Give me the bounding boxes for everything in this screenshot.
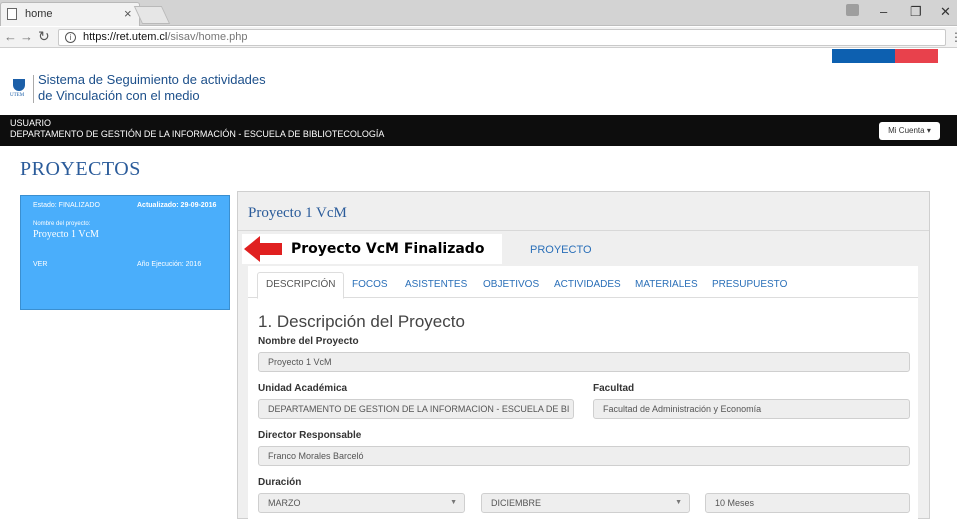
tab-focos[interactable]: FOCOS bbox=[352, 279, 388, 290]
browser-tab-bar: home × – ❐ ✕ bbox=[0, 0, 957, 26]
chevron-down-icon: ▼ bbox=[450, 499, 457, 506]
page-icon bbox=[7, 8, 17, 20]
card-name: Proyecto 1 VcM bbox=[33, 229, 99, 240]
browser-tab[interactable]: home × bbox=[0, 2, 140, 26]
back-icon[interactable]: ← bbox=[4, 29, 17, 44]
tab-actividades[interactable]: ACTIVIDADES bbox=[554, 279, 621, 290]
end-month-select[interactable]: DICIEMBRE ▼ bbox=[481, 493, 690, 513]
utem-logo: UTEM bbox=[10, 79, 30, 101]
tab-materiales[interactable]: MATERIALES bbox=[635, 279, 698, 290]
card-year: Año Ejecución: 2016 bbox=[137, 261, 202, 268]
duration-field[interactable]: 10 Meses bbox=[705, 493, 910, 513]
site-title-line1: Sistema de Seguimiento de actividades bbox=[38, 72, 266, 87]
shield-icon bbox=[13, 79, 25, 91]
flag-stripe-blue bbox=[832, 49, 895, 63]
tab-presupuesto[interactable]: PRESUPUESTO bbox=[712, 279, 787, 290]
section-title: 1. Descripción del Proyecto bbox=[258, 312, 465, 331]
site-title-line2: de Vinculación con el medio bbox=[38, 88, 200, 103]
card-view-link[interactable]: VER bbox=[33, 261, 47, 268]
flag-stripe-red bbox=[895, 49, 938, 63]
user-label: USUARIO bbox=[10, 118, 52, 128]
director-label: Director Responsable bbox=[258, 430, 362, 441]
address-bar: ← → ↻ i https://ret.utem.cl/sisav/home.p… bbox=[0, 27, 957, 48]
info-icon[interactable]: i bbox=[65, 32, 76, 43]
logo-text: UTEM bbox=[10, 93, 25, 98]
card-updated: Actualizado: 29-09-2016 bbox=[137, 202, 217, 209]
tab-close-icon[interactable]: × bbox=[124, 6, 132, 21]
account-button[interactable]: Mi Cuenta ▾ bbox=[879, 122, 940, 140]
faculty-label: Facultad bbox=[593, 383, 635, 394]
project-card[interactable]: Estado: FINALIZADO Actualizado: 29-09-20… bbox=[20, 195, 230, 310]
tab-title: home bbox=[25, 8, 53, 20]
project-name-label: Nombre del Proyecto bbox=[258, 336, 359, 347]
url-input[interactable]: i https://ret.utem.cl/sisav/home.php bbox=[58, 29, 946, 46]
restore-icon[interactable]: ❐ bbox=[910, 4, 922, 20]
red-arrow-icon bbox=[244, 236, 282, 262]
tab-asistentes[interactable]: ASISTENTES bbox=[405, 279, 467, 290]
faculty-field[interactable]: Facultad de Administración y Economía bbox=[593, 399, 910, 419]
menu-icon[interactable]: ⋮ bbox=[950, 30, 957, 44]
url-text: https://ret.utem.cl/sisav/home.php bbox=[83, 31, 248, 43]
logo-divider bbox=[33, 75, 34, 103]
annotation-text: Proyecto VcM Finalizado bbox=[291, 241, 485, 257]
close-window-icon[interactable]: ✕ bbox=[940, 4, 951, 20]
academic-unit-field[interactable]: DEPARTAMENTO DE GESTION DE LA INFORMACIO… bbox=[258, 399, 574, 419]
tab-bar: DESCRIPCIÓN FOCOS ASISTENTES OBJETIVOS A… bbox=[248, 266, 918, 299]
card-state: Estado: FINALIZADO bbox=[33, 202, 100, 209]
forward-icon[interactable]: → bbox=[20, 29, 33, 44]
reload-icon[interactable]: ↻ bbox=[38, 28, 50, 45]
duration-label: Duración bbox=[258, 477, 302, 488]
director-field[interactable]: Franco Morales Barceló bbox=[258, 446, 910, 466]
profile-icon[interactable] bbox=[846, 4, 859, 16]
page-title: PROYECTOS bbox=[20, 158, 141, 180]
academic-unit-label: Unidad Académica bbox=[258, 383, 348, 394]
user-info: USUARIO DEPARTAMENTO DE GESTIÓN DE LA IN… bbox=[10, 118, 384, 140]
chevron-down-icon: ▼ bbox=[675, 499, 682, 506]
site-title: Sistema de Seguimiento de actividades de… bbox=[38, 72, 266, 104]
start-month-select[interactable]: MARZO ▼ bbox=[258, 493, 465, 513]
annotation-callout: Proyecto VcM Finalizado bbox=[242, 234, 502, 264]
project-link[interactable]: PROYECTO bbox=[530, 244, 592, 256]
tab-descripcion[interactable]: DESCRIPCIÓN bbox=[257, 272, 345, 299]
tab-objetivos[interactable]: OBJETIVOS bbox=[483, 279, 539, 290]
user-bar: USUARIO DEPARTAMENTO DE GESTIÓN DE LA IN… bbox=[0, 115, 957, 146]
panel-title: Proyecto 1 VcM bbox=[248, 205, 347, 221]
department-label: DEPARTAMENTO DE GESTIÓN DE LA INFORMACIÓ… bbox=[10, 129, 385, 139]
card-name-label: Nombre del proyecto: bbox=[33, 221, 91, 227]
project-name-field[interactable]: Proyecto 1 VcM bbox=[258, 352, 910, 372]
tab-content: DESCRIPCIÓN FOCOS ASISTENTES OBJETIVOS A… bbox=[248, 266, 918, 519]
start-month-value: MARZO bbox=[268, 498, 301, 508]
end-month-value: DICIEMBRE bbox=[491, 498, 542, 508]
minimize-icon[interactable]: – bbox=[880, 4, 887, 19]
divider bbox=[238, 230, 929, 231]
